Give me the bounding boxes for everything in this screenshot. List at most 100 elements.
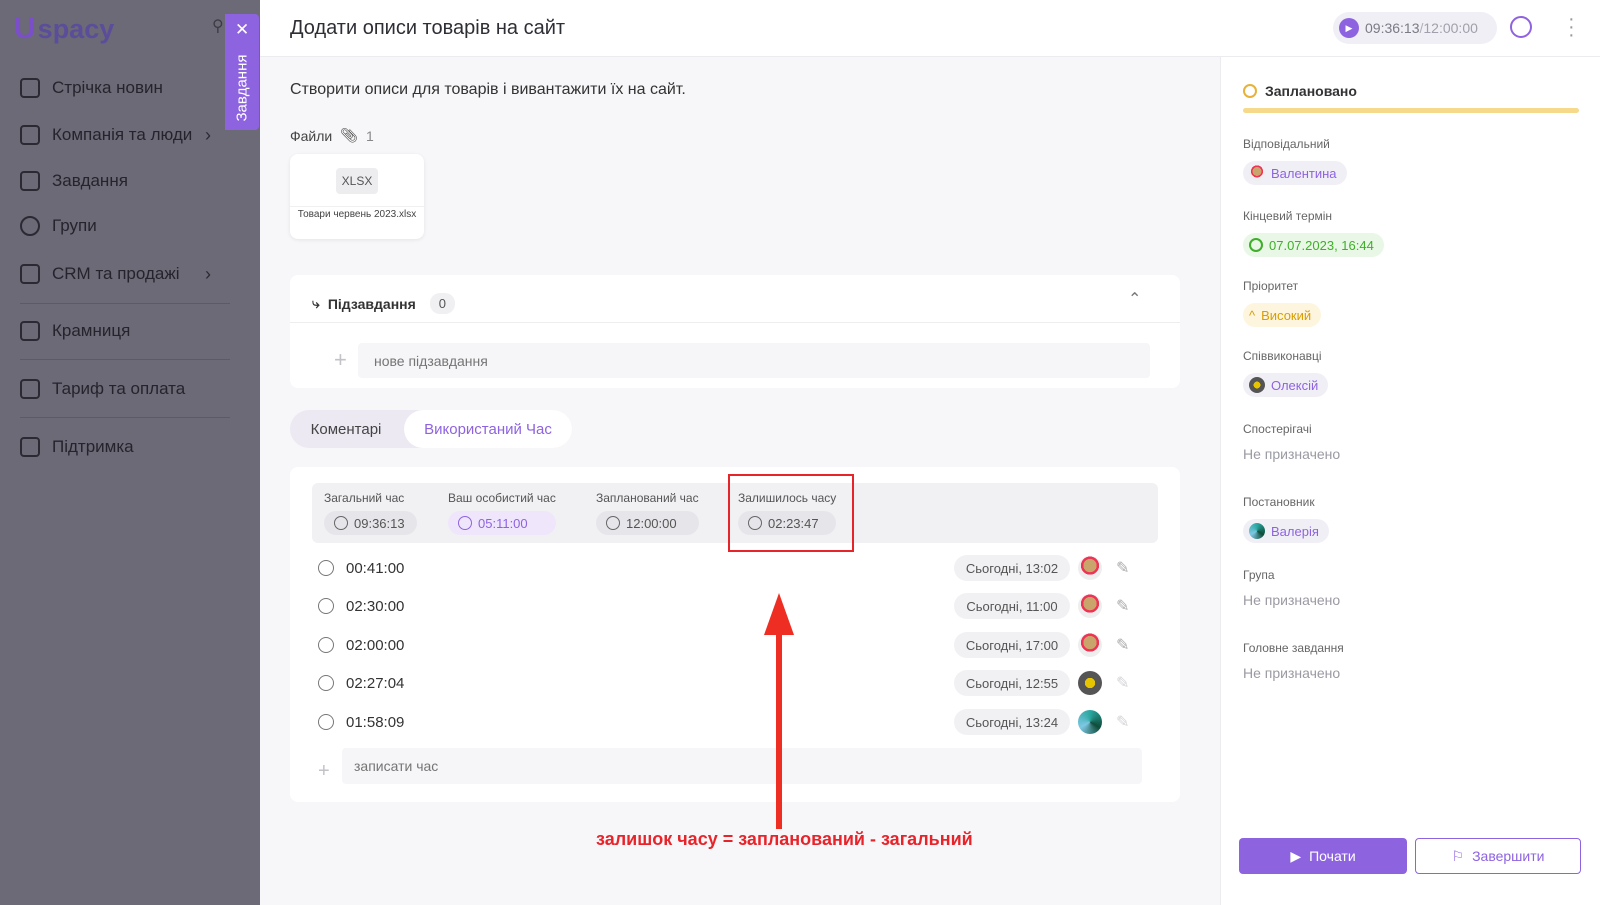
database-icon xyxy=(20,264,40,284)
files-header: Файли 📎︎ 1 xyxy=(290,127,374,144)
sidebar-item-company[interactable]: Компанія та люди › xyxy=(20,125,220,145)
status-label[interactable]: Заплановано xyxy=(1243,83,1357,99)
tabs: Коментарі Використаний Час xyxy=(290,410,572,448)
play-icon: ▶ xyxy=(1290,847,1302,864)
chevron-up-icon[interactable]: ⌃ xyxy=(1128,289,1141,309)
task-details-sidebar: Заплановано Відповідальний Валентина Кін… xyxy=(1220,57,1600,905)
avatar xyxy=(1249,377,1265,393)
flag-icon: ⚐ xyxy=(1451,847,1465,864)
building-icon xyxy=(20,125,40,145)
annotation-text: залишок часу = запланований - загальний xyxy=(596,829,973,849)
home-icon xyxy=(20,78,40,98)
file-type-badge: XLSX xyxy=(336,168,378,194)
time-entry-row: 00:41:00 Сьогодні, 13:02 ✎ xyxy=(318,553,1144,583)
avatar[interactable] xyxy=(1078,671,1102,695)
avatar[interactable] xyxy=(1078,710,1102,734)
task-panel: Додати описи товарів на сайт ▶ 09:36:13/… xyxy=(260,0,1600,905)
users-icon xyxy=(20,216,40,236)
task-description: Створити описи для товарів і вивантажити… xyxy=(290,81,686,98)
field-creator: Постановник Валерія xyxy=(1243,495,1329,544)
field-observers: Спостерігачі Не призначено xyxy=(1243,422,1341,462)
coexecutor-chip[interactable]: Олексій xyxy=(1243,373,1329,397)
close-icon[interactable]: ✕ xyxy=(235,20,249,40)
field-parent-task: Головне завдання Не призначено xyxy=(1243,641,1344,681)
clock-icon xyxy=(318,637,334,653)
task-timer[interactable]: ▶ 09:36:13/12:00:00 xyxy=(1333,12,1497,44)
clock-icon xyxy=(334,516,348,530)
more-options-icon[interactable]: · · · xyxy=(1568,9,1575,45)
sidebar-item-store[interactable]: Крамниця xyxy=(20,321,220,341)
group-value[interactable]: Не призначено xyxy=(1243,592,1340,608)
tab-time-used[interactable]: Використаний Час xyxy=(404,410,572,448)
avatar[interactable] xyxy=(1078,556,1102,580)
parent-task-value[interactable]: Не призначено xyxy=(1243,665,1344,681)
edit-icon[interactable]: ✎ xyxy=(1116,635,1129,655)
highlight-box xyxy=(728,474,854,552)
sidebar-item-billing[interactable]: Тариф та оплата xyxy=(20,379,220,399)
deadline-chip[interactable]: 07.07.2023, 16:44 xyxy=(1243,233,1384,257)
tab-comments[interactable]: Коментарі xyxy=(290,410,402,448)
finish-button[interactable]: ⚐ Завершити xyxy=(1415,838,1581,874)
stopwatch-icon xyxy=(318,714,334,730)
pin-icon[interactable]: ⚲ xyxy=(212,16,224,36)
responsible-chip[interactable]: Валентина xyxy=(1243,161,1347,185)
time-entry-row: 02:30:00 Сьогодні, 11:00 ✎ xyxy=(318,591,1144,621)
field-coexecutors: Співвиконавці Олексій xyxy=(1243,349,1329,398)
play-icon[interactable]: ▶ xyxy=(1339,18,1359,38)
time-entry-row: 02:27:04 Сьогодні, 12:55 ✎ xyxy=(318,668,1144,698)
summary-planned: Запланований час 12:00:00 xyxy=(596,491,699,535)
clock-icon xyxy=(318,598,334,614)
store-icon xyxy=(20,321,40,341)
log-time-input[interactable] xyxy=(342,748,1142,784)
plus-icon[interactable]: + xyxy=(318,760,330,783)
task-content: Створити описи для товарів і вивантажити… xyxy=(260,57,1220,905)
annotation-arrow-head xyxy=(764,593,794,635)
task-header: Додати описи товарів на сайт ▶ 09:36:13/… xyxy=(260,0,1600,57)
subtask-icon: ⤷ xyxy=(312,295,320,311)
tasks-panel-tab[interactable]: ✕ Завдання xyxy=(225,14,259,130)
sidebar-item-groups[interactable]: Групи xyxy=(20,216,220,236)
sidebar-item-crm[interactable]: CRM та продажі › xyxy=(20,264,220,284)
task-title[interactable]: Додати описи товарів на сайт xyxy=(290,17,565,40)
avatar xyxy=(1249,523,1265,539)
chevron-right-icon: › xyxy=(205,263,211,284)
subtasks-count: 0 xyxy=(429,293,456,314)
sidebar-divider xyxy=(20,303,230,304)
chevron-right-icon: › xyxy=(205,124,211,145)
wallet-icon xyxy=(20,379,40,399)
sidebar-item-support[interactable]: Підтримка xyxy=(20,437,220,457)
app-logo[interactable]: Uspacy xyxy=(14,12,114,46)
plus-icon[interactable]: + xyxy=(334,347,347,373)
subtasks-header[interactable]: ⤷ Підзавдання 0 xyxy=(312,293,456,314)
chevron-up-icon: ^ xyxy=(1249,307,1256,323)
edit-icon[interactable]: ✎ xyxy=(1116,596,1129,616)
time-entry-row: 01:58:09 Сьогодні, 13:24 ✎ xyxy=(318,707,1144,737)
time-entry-row: 02:00:00 Сьогодні, 17:00 ✎ xyxy=(318,630,1144,660)
sidebar-item-news[interactable]: Стрічка новин xyxy=(20,78,220,98)
avatar[interactable] xyxy=(1078,594,1102,618)
add-time-clock-icon[interactable] xyxy=(1510,16,1532,38)
time-card: Загальний час 09:36:13 Ваш особистий час… xyxy=(290,467,1180,802)
start-button[interactable]: ▶ Почати xyxy=(1239,838,1407,874)
status-progress xyxy=(1243,108,1579,113)
edit-icon[interactable]: ✎ xyxy=(1116,558,1129,578)
creator-chip[interactable]: Валерія xyxy=(1243,519,1329,543)
annotation-arrow xyxy=(776,631,782,829)
priority-chip[interactable]: ^ Високий xyxy=(1243,303,1322,327)
new-subtask-input[interactable] xyxy=(358,343,1150,378)
sidebar-item-tasks[interactable]: Завдання xyxy=(20,171,220,191)
calendar-icon xyxy=(20,171,40,191)
main-sidebar: Uspacy ⚲ Стрічка новин Компанія та люди ›… xyxy=(0,0,260,905)
summary-total: Загальний час 09:36:13 xyxy=(324,491,417,535)
observers-value[interactable]: Не призначено xyxy=(1243,446,1340,462)
subtasks-card: ⤷ Підзавдання 0 ⌃ + xyxy=(290,275,1180,388)
pie-clock-icon xyxy=(458,516,472,530)
avatar[interactable] xyxy=(1078,633,1102,657)
file-attachment[interactable]: XLSX Товари червень 2023.xlsx xyxy=(290,154,424,239)
field-priority: Пріоритет ^ Високий xyxy=(1243,279,1322,327)
avatar xyxy=(1249,165,1265,181)
stopwatch-icon xyxy=(318,675,334,691)
field-deadline: Кінцевий термін 07.07.2023, 16:44 xyxy=(1243,209,1384,257)
stopwatch-icon xyxy=(318,560,334,576)
clock-icon xyxy=(1243,84,1257,98)
